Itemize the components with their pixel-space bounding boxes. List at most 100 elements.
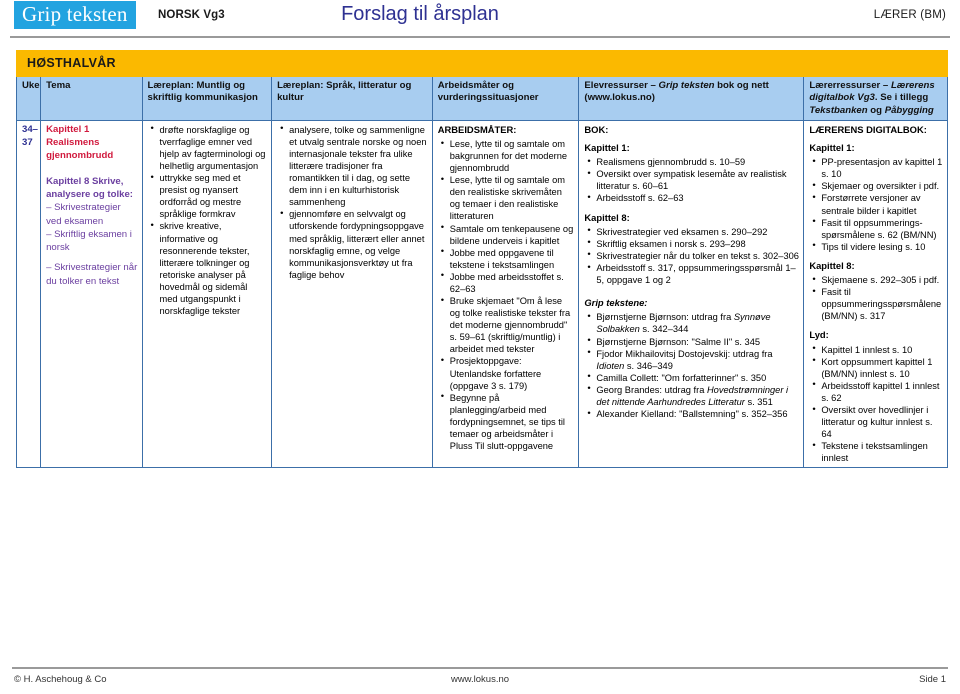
bok-heading: BOK: [584,123,609,135]
laerer-kapittel1-heading: Kapittel 1: [809,142,855,154]
list-item: Oversikt over hovedlinjer i litteratur o… [812,403,943,440]
table-head: HØSTHALVÅR Uke Tema Læreplan: Muntlig og… [15,50,948,121]
role-label: LÆRER (BM) [873,9,946,21]
item-pre: Bjørnstjerne Bjørnson: utdrag fra [596,312,734,323]
list-item: Oversikt over sympatisk lesemåte av real… [587,168,799,192]
list-item: Skrivestrategier når du tolker en tekst … [587,249,799,262]
uke-value: 34–37 [22,123,39,148]
cell-laereplan-sprak: analysere, tolke og sammenligne et utval… [271,119,433,469]
list-item: Samtale om tenkepausene og bildene under… [441,222,575,247]
list-item: Camilla Collett: "Om forfatterinner" s. … [587,371,799,384]
list-item: Fasit til oppsummerings-spørsmålene s. 6… [812,216,943,241]
list-item: Bruke skjemaet "Om å lese og tolke reali… [441,295,575,355]
list-item: Skrivestrategier ved eksamen s. 290–292 [587,225,799,238]
laerer-em2: Tekstbanken [809,104,868,116]
item-title: Idioten [596,360,625,371]
laereplan-muntlig-list: drøfte norskfaglige og tverrfaglige emne… [148,123,268,317]
page-footer: © H. Aschehoug & Co www.lokus.no Side 1 [12,667,948,688]
item-post: s. 342–344 [639,324,689,335]
list-item: Skriftlig eksamen i norsk s. 293–298 [587,237,799,250]
list-item: Fasit til oppsummeringsspørsmålene (BM/N… [812,286,943,322]
list-item: Skjemaene s. 292–305 i pdf. [812,274,943,286]
list-item: Jobbe med arbeidsstoffet s. 62–63 [441,270,575,295]
item-pre: Alexander Kielland: "Ballstemning" s. 35… [596,409,788,419]
list-item: Arbeidsstoff s. 317, oppsummeringsspørsm… [587,261,799,286]
season-banner-row: HØSTHALVÅR [16,50,948,77]
tema-chapter8-item: – Skriftlig eksamen i norsk [46,228,132,254]
table-row: 34–37 Kapittel 1 Realismens gjennombrudd… [15,119,948,469]
col-header-tema: Tema [40,76,143,121]
item-pre: Fjodor Mikhailovitsj Dostojevskij: utdra… [596,348,773,359]
list-item: Prosjektoppgave: Utenlandske forfattere … [441,355,575,391]
arbeidsmater-list: Lese, lytte til og samtale om bakgrunnen… [438,138,575,452]
col-header-laereplan-sprak: Læreplan: Språk, litteratur og kultur [271,76,433,121]
list-item: uttrykke seg med et presist og nyansert … [151,172,268,220]
cell-elevressurser: BOK: Kapittel 1: Realismens gjennombrudd… [578,119,805,469]
laereplan-sprak-list: analysere, tolke og sammenligne et utval… [277,123,428,281]
list-item: Begynne på planlegging/arbeid med fordyp… [441,391,575,452]
tema-chapter1: Kapittel 1 Realismens gjennombrudd [46,123,114,161]
list-item: Lese, lytte til og samtale om den realis… [441,174,575,222]
list-item: analysere, tolke og sammenligne et utval… [280,123,428,209]
column-header-row: Uke Tema Læreplan: Muntlig og skriftlig … [15,76,948,121]
lyd-list: Kapittel 1 innlest s. 10 Kort oppsummert… [809,343,943,465]
laerer-pre: Lærerressurser – [809,80,891,91]
item-post: s. 351 [744,396,773,407]
col-header-arbeidsmater: Arbeidsmåter og vurderingssituasjoner [431,76,580,121]
laerer-em3: Påbygging [884,104,934,116]
list-item: drøfte norskfaglige og tverrfaglige emne… [151,123,268,172]
list-item: Fjodor Mikhailovitsj Dostojevskij: utdra… [587,347,799,372]
list-item: Bjørnstjerne Bjørnson: "Salme II" s. 345 [587,335,799,348]
page-title: Forslag til årsplan [341,3,499,25]
item-pre: Georg Brandes: utdrag fra [596,384,707,395]
cell-laereplan-muntlig: drøfte norskfaglige og tverrfaglige emne… [141,119,273,469]
cell-tema: Kapittel 1 Realismens gjennombrudd Kapit… [40,119,143,469]
list-item: Realismens gjennombrudd s. 10–59 [587,156,799,168]
list-item: Tips til videre lesing s. 10 [812,240,943,253]
list-item: Kort oppsummert kapittel 1 (BM/NN) innle… [812,355,943,380]
tema-chapter8-item: – Skrivestrategier når du tolker en teks… [46,262,138,287]
list-item: Forstørrete versjoner av sentrale bilder… [812,192,943,216]
grip-tekstene-heading: Grip tekstene: [584,297,648,309]
arbeidsmater-heading: ARBEIDSMÅTER: [437,123,517,135]
tema-chapter8-item: – Skrivestrategier ved eksamen [46,202,121,227]
list-item: Arbeidsstoff s. 62–63 [587,192,799,204]
elev-kapittel1-heading: Kapittel 1: [584,142,630,154]
lyd-heading: Lyd: [809,329,829,341]
laerer-mid: . Se i tillegg [874,92,929,104]
list-item: Bjørnstjerne Bjørnson: utdrag fra Synnøv… [587,311,799,335]
list-item: Tekstene i tekstsamlingen innlest [812,440,943,464]
col-header-laereplan-muntlig: Læreplan: Muntlig og skriftlig kommunika… [141,76,273,121]
list-item: Alexander Kielland: "Ballstemning" s. 35… [587,407,799,420]
elev-kapittel1-list: Realismens gjennombrudd s. 10–59 Oversik… [584,156,799,205]
season-banner: HØSTHALVÅR [16,50,948,77]
list-item: Lese, lytte til og samtale om bakgrunnen… [441,138,575,174]
laerer-kapittel8-list: Skjemaene s. 292–305 i pdf. Fasit til op… [809,274,943,322]
list-item: skrive kreative, informative og resonner… [151,220,268,317]
list-item: Jobbe med oppgavene til tekstene i tekst… [441,246,575,271]
item-pre: Bjørnstjerne Bjørnson: "Salme II" s. 345 [596,336,761,347]
footer-page-number: Side 1 [919,674,946,685]
elev-em: Grip teksten [658,80,715,91]
list-item: gjennomføre en selvvalgt og utforskende … [280,208,428,280]
laerer-kapittel1-list: PP-presentasjon av kapittel 1 s. 10 Skje… [809,156,943,253]
elev-kapittel8-heading: Kapittel 8: [584,211,630,223]
year-plan-table: HØSTHALVÅR Uke Tema Læreplan: Muntlig og… [15,50,948,469]
elev-pre: Elevressurser – [584,80,659,91]
elev-kapittel8-list: Skrivestrategier ved eksamen s. 290–292 … [584,225,799,286]
col-header-uke: Uke [15,76,42,121]
item-pre: Camilla Collett: "Om forfatterinner" s. … [596,372,767,383]
laerer-kapittel8-heading: Kapittel 8: [809,259,855,271]
list-item: PP-presentasjon av kapittel 1 s. 10 [812,156,943,180]
year-plan-table-wrap: HØSTHALVÅR Uke Tema Læreplan: Muntlig og… [15,50,948,469]
list-item: Kapittel 1 innlest s. 10 [812,343,943,356]
item-post: s. 346–349 [624,360,673,371]
col-header-laererressurser: Lærerressurser – Lærerens digitalbok Vg3… [803,76,948,121]
cell-laererressurser: LÆRERENS DIGITALBOK: Kapittel 1: PP-pres… [803,119,948,469]
col-header-elevressurser: Elevressurser – Grip teksten bok og nett… [578,76,805,121]
page-header: Grip teksten NORSK Vg3 Forslag til årspl… [10,0,950,38]
laerer-mid2: og [867,104,885,116]
tema-chapter8-heading: Kapittel 8 Skrive, analysere og tolke: [46,175,134,200]
list-item: Arbeidsstoff kapittel 1 innlest s. 62 [812,379,943,404]
list-item: Skjemaer og oversikter i pdf. [812,180,943,192]
